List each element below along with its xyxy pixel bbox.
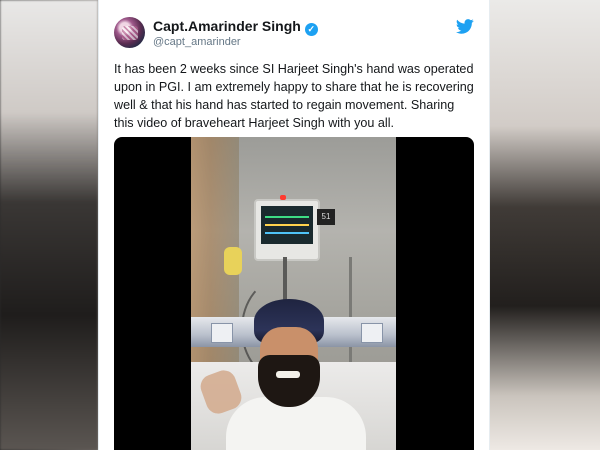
author-handle[interactable]: @capt_amarinder (153, 36, 241, 48)
author-name[interactable]: Capt.Amarinder Singh ✓ (153, 18, 318, 36)
patient-smile (276, 371, 300, 378)
avatar[interactable] (114, 17, 145, 48)
background-left-blur (0, 0, 98, 450)
patient (226, 299, 366, 450)
author-name-text: Capt.Amarinder Singh (153, 18, 301, 34)
tweet-video[interactable]: 51 (114, 137, 474, 450)
twitter-bird-icon[interactable] (456, 19, 474, 34)
video-frame: 51 (191, 137, 396, 450)
oxygen-bottle (224, 247, 242, 275)
verified-badge-icon: ✓ (304, 23, 318, 36)
monitor-screen (261, 206, 313, 244)
wall-socket (361, 323, 383, 343)
wall-socket (211, 323, 233, 343)
background-right-blur (488, 0, 600, 450)
patient-monitor (254, 199, 320, 261)
tweet-header: Capt.Amarinder Singh ✓ @capt_amarinder (114, 17, 474, 53)
monitor-alarm-light (280, 195, 286, 200)
iv-pole (349, 257, 352, 367)
monitor-badge: 51 (317, 209, 335, 225)
tweet-text: It has been 2 weeks since SI Harjeet Sin… (114, 62, 474, 130)
tweet-card: Capt.Amarinder Singh ✓ @capt_amarinder It… (98, 0, 490, 450)
